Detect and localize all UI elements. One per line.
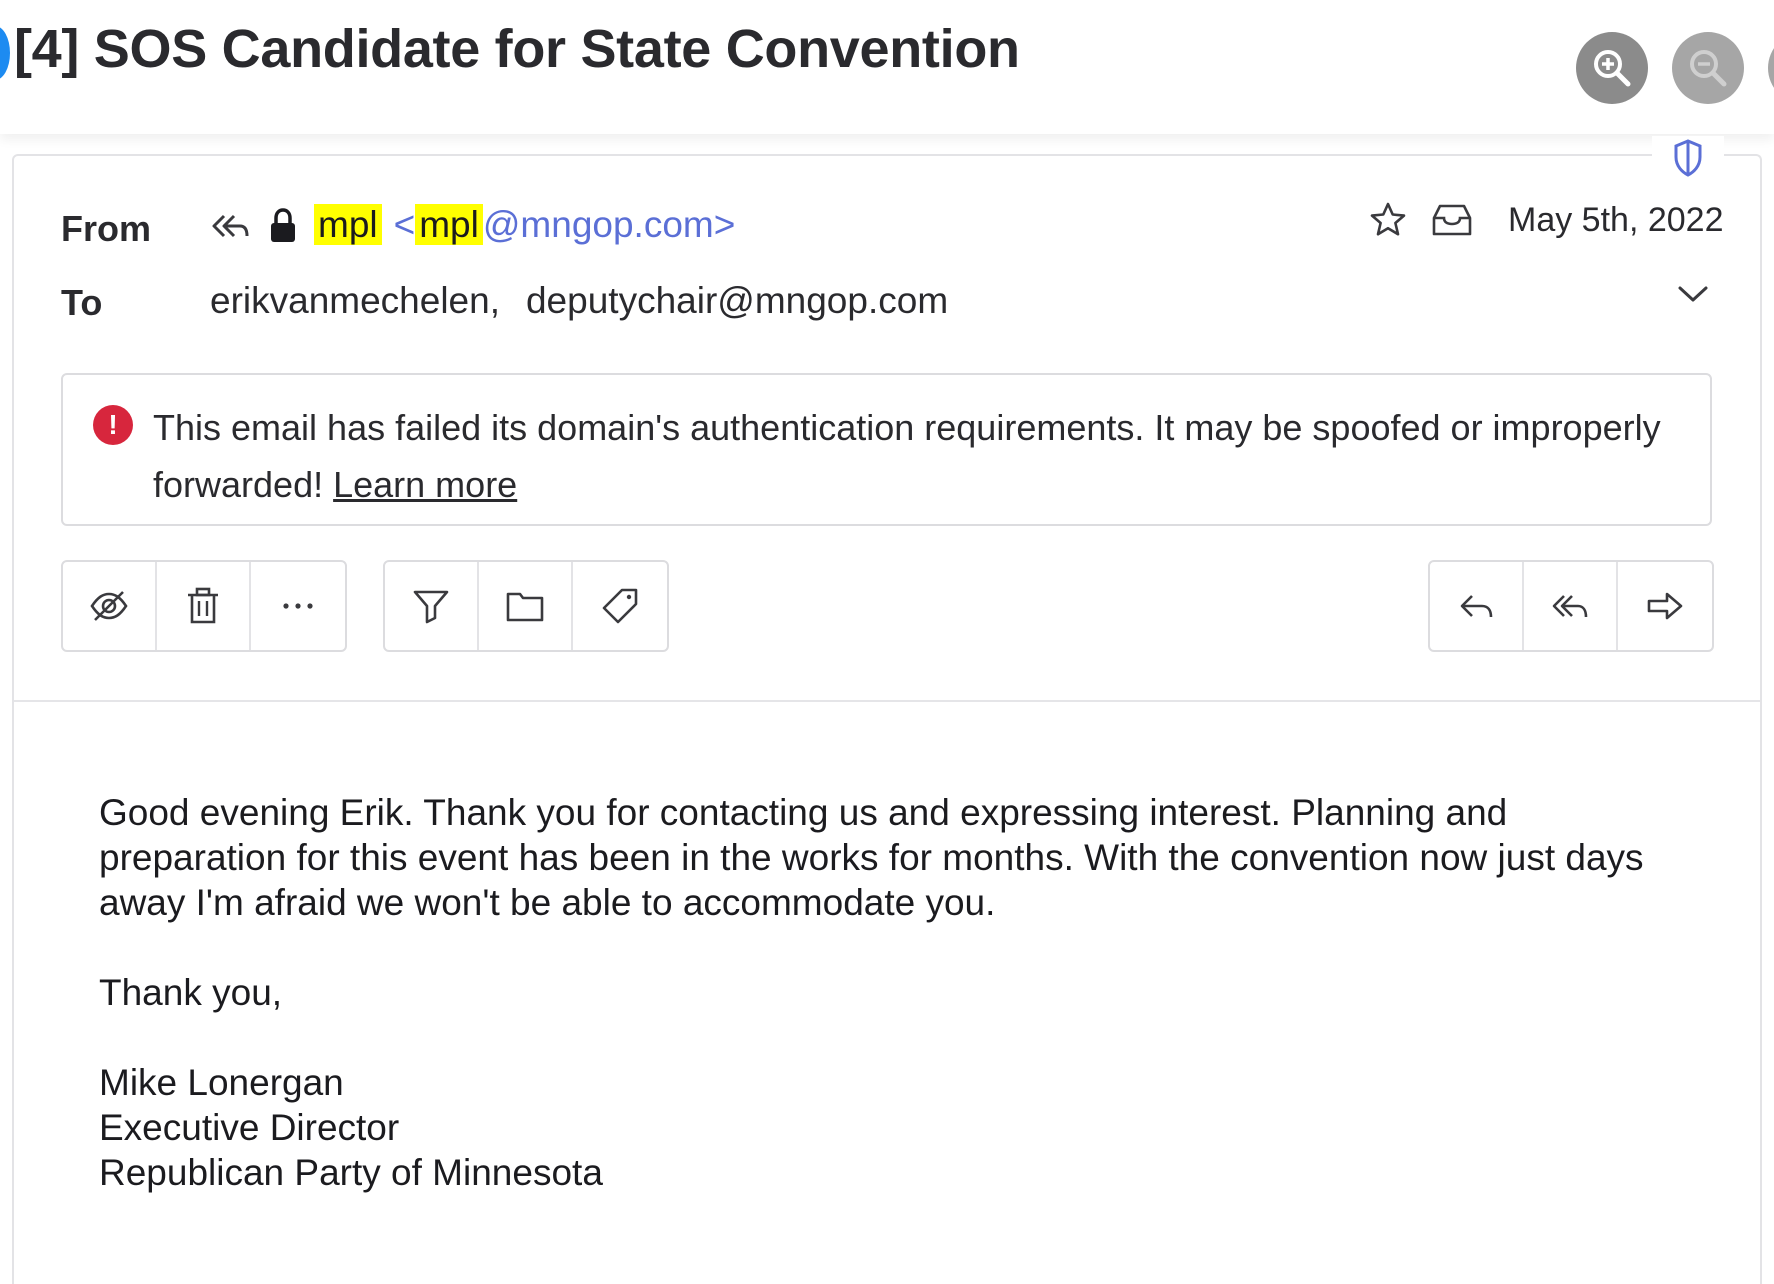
sender-email-domain[interactable]: @mngop.com> — [483, 204, 735, 245]
reply-button[interactable] — [1430, 562, 1524, 650]
toolbar-button-cutoff[interactable] — [1768, 32, 1774, 104]
message-date: May 5th, 2022 — [1508, 200, 1724, 239]
sender-email-open: < — [393, 204, 416, 245]
body-closing: Thank you, — [99, 972, 283, 1013]
reply-icon — [1460, 595, 1493, 618]
chevron-down-icon[interactable] — [1676, 282, 1710, 306]
sender-icons — [210, 208, 298, 244]
warning-message: This email has failed its domain's authe… — [153, 399, 1683, 513]
sender-name[interactable]: mpl — [314, 204, 382, 245]
move-to-folder-button[interactable] — [479, 562, 573, 650]
more-actions-button[interactable] — [251, 562, 345, 650]
lock-icon — [271, 208, 295, 242]
from-label: From — [61, 208, 151, 249]
unread-indicator — [0, 26, 10, 80]
error-icon: ! — [93, 405, 133, 445]
tag-icon — [602, 588, 638, 624]
body-paragraph: Good evening Erik. Thank you for contact… — [99, 792, 1644, 923]
star-icon[interactable] — [1368, 200, 1408, 240]
trash-icon — [188, 587, 218, 624]
signature-organization: Republican Party of Minnesota — [99, 1152, 603, 1193]
message-meta: May 5th, 2022 — [1368, 200, 1723, 240]
more-icon — [283, 603, 313, 609]
to-label: To — [61, 282, 103, 323]
label-button[interactable] — [573, 562, 667, 650]
zoom-in-icon — [1594, 50, 1631, 87]
learn-more-link[interactable]: Learn more — [333, 464, 517, 505]
signature-name: Mike Lonergan — [99, 1062, 344, 1103]
reply-all-icon[interactable] — [210, 210, 250, 242]
forward-button[interactable] — [1618, 562, 1712, 650]
message-subject: [4] SOS Candidate for State Convention — [14, 19, 1020, 79]
zoom-out-icon — [1690, 50, 1727, 87]
folder-icon — [506, 592, 544, 622]
mark-unread-button[interactable] — [63, 562, 157, 650]
message-title-bar: [4] SOS Candidate for State Convention — [0, 0, 1774, 134]
recipient[interactable]: erikvanmechelen, — [210, 280, 500, 321]
archive-icon[interactable] — [1430, 202, 1474, 238]
reply-all-button[interactable] — [1524, 562, 1618, 650]
message-actions-middle — [383, 560, 669, 652]
authentication-warning: ! This email has failed its domain's aut… — [61, 373, 1712, 526]
zoom-in-button[interactable] — [1576, 32, 1648, 104]
delete-button[interactable] — [157, 562, 251, 650]
hide-icon — [90, 591, 128, 621]
signature-title: Executive Director — [99, 1107, 400, 1148]
message-actions-reply — [1428, 560, 1714, 652]
zoom-out-button[interactable] — [1672, 32, 1744, 104]
message-body: Good evening Erik. Thank you for contact… — [99, 790, 1699, 1195]
sender[interactable]: mpl < mpl @mngop.com> — [314, 204, 735, 246]
sender-email-user[interactable]: mpl — [415, 204, 483, 245]
reply-all-icon — [1552, 595, 1588, 618]
message-actions-left — [61, 560, 347, 652]
shield-icon[interactable] — [1652, 136, 1724, 180]
filter-icon — [413, 590, 449, 624]
filter-button[interactable] — [385, 562, 479, 650]
recipients: erikvanmechelen, deputychair@mngop.com — [210, 280, 948, 322]
recipient[interactable]: deputychair@mngop.com — [526, 280, 948, 321]
header-body-divider — [14, 700, 1760, 702]
forward-icon — [1647, 592, 1683, 620]
